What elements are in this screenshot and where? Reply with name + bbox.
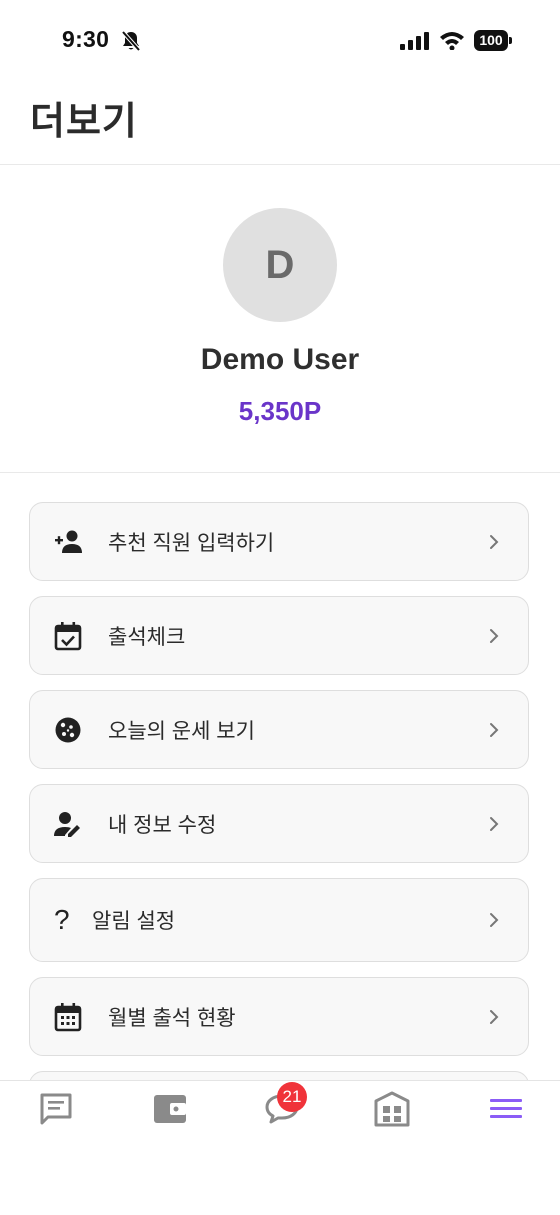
building-icon (374, 1091, 410, 1127)
calendar-check-icon (54, 621, 82, 650)
cookie-icon (55, 717, 81, 742)
menu-item-label: 내 정보 수정 (108, 813, 217, 837)
question-mark-icon: ? (54, 904, 70, 935)
user-name: Demo User (200, 343, 360, 376)
page-title: 더보기 (30, 101, 138, 143)
menu-item-notification-settings[interactable]: ? 알림 설정 (29, 878, 529, 962)
chevron-right-icon (490, 913, 499, 927)
chevron-right-icon (490, 722, 499, 737)
chevron-right-icon (490, 628, 499, 643)
calendar-month-icon (54, 1002, 82, 1031)
user-points: 5,350P (238, 396, 322, 426)
signal-icon (400, 32, 429, 50)
bell-off-icon (121, 30, 141, 52)
wallet-tab[interactable] (140, 1089, 200, 1139)
menu-item-fortune[interactable]: 오늘의 운세 보기 (29, 690, 529, 769)
menu-item-referral[interactable]: 추천 직원 입력하기 (29, 502, 529, 581)
profile-divider (0, 472, 560, 473)
avatar: D (223, 208, 337, 322)
building-tab[interactable] (362, 1089, 422, 1139)
person-add-icon (55, 530, 82, 553)
menu-item-label: 월별 출석 현황 (108, 1006, 236, 1030)
wallet-icon (154, 1095, 186, 1123)
menu-item-attendance[interactable]: 출석체크 (29, 596, 529, 675)
menu-item-monthly-attendance[interactable]: 월별 출석 현황 (29, 977, 529, 1056)
message-icon (40, 1093, 72, 1125)
battery-cap (509, 37, 512, 44)
chat-unread-badge: 21 (277, 1082, 307, 1112)
status-bar: 9:30 100 (0, 0, 560, 84)
battery-icon: 100 (474, 30, 508, 51)
wifi-icon (440, 32, 464, 50)
chevron-right-icon (490, 816, 499, 831)
person-edit-icon (54, 811, 80, 837)
chevron-right-icon (490, 1009, 499, 1024)
menu-item-label: 오늘의 운세 보기 (108, 719, 255, 743)
header-divider (0, 164, 560, 165)
menu-tab[interactable] (476, 1089, 536, 1139)
chevron-right-icon (490, 534, 499, 549)
message-tab[interactable] (26, 1089, 86, 1139)
hamburger-menu-icon (490, 1099, 522, 1118)
menu-item-edit-profile[interactable]: 내 정보 수정 (29, 784, 529, 863)
menu-item-label: 알림 설정 (92, 910, 176, 933)
status-time: 9:30 (62, 26, 110, 52)
menu-item-label: 추천 직원 입력하기 (108, 531, 275, 555)
menu-item-label: 출석체크 (108, 625, 186, 649)
